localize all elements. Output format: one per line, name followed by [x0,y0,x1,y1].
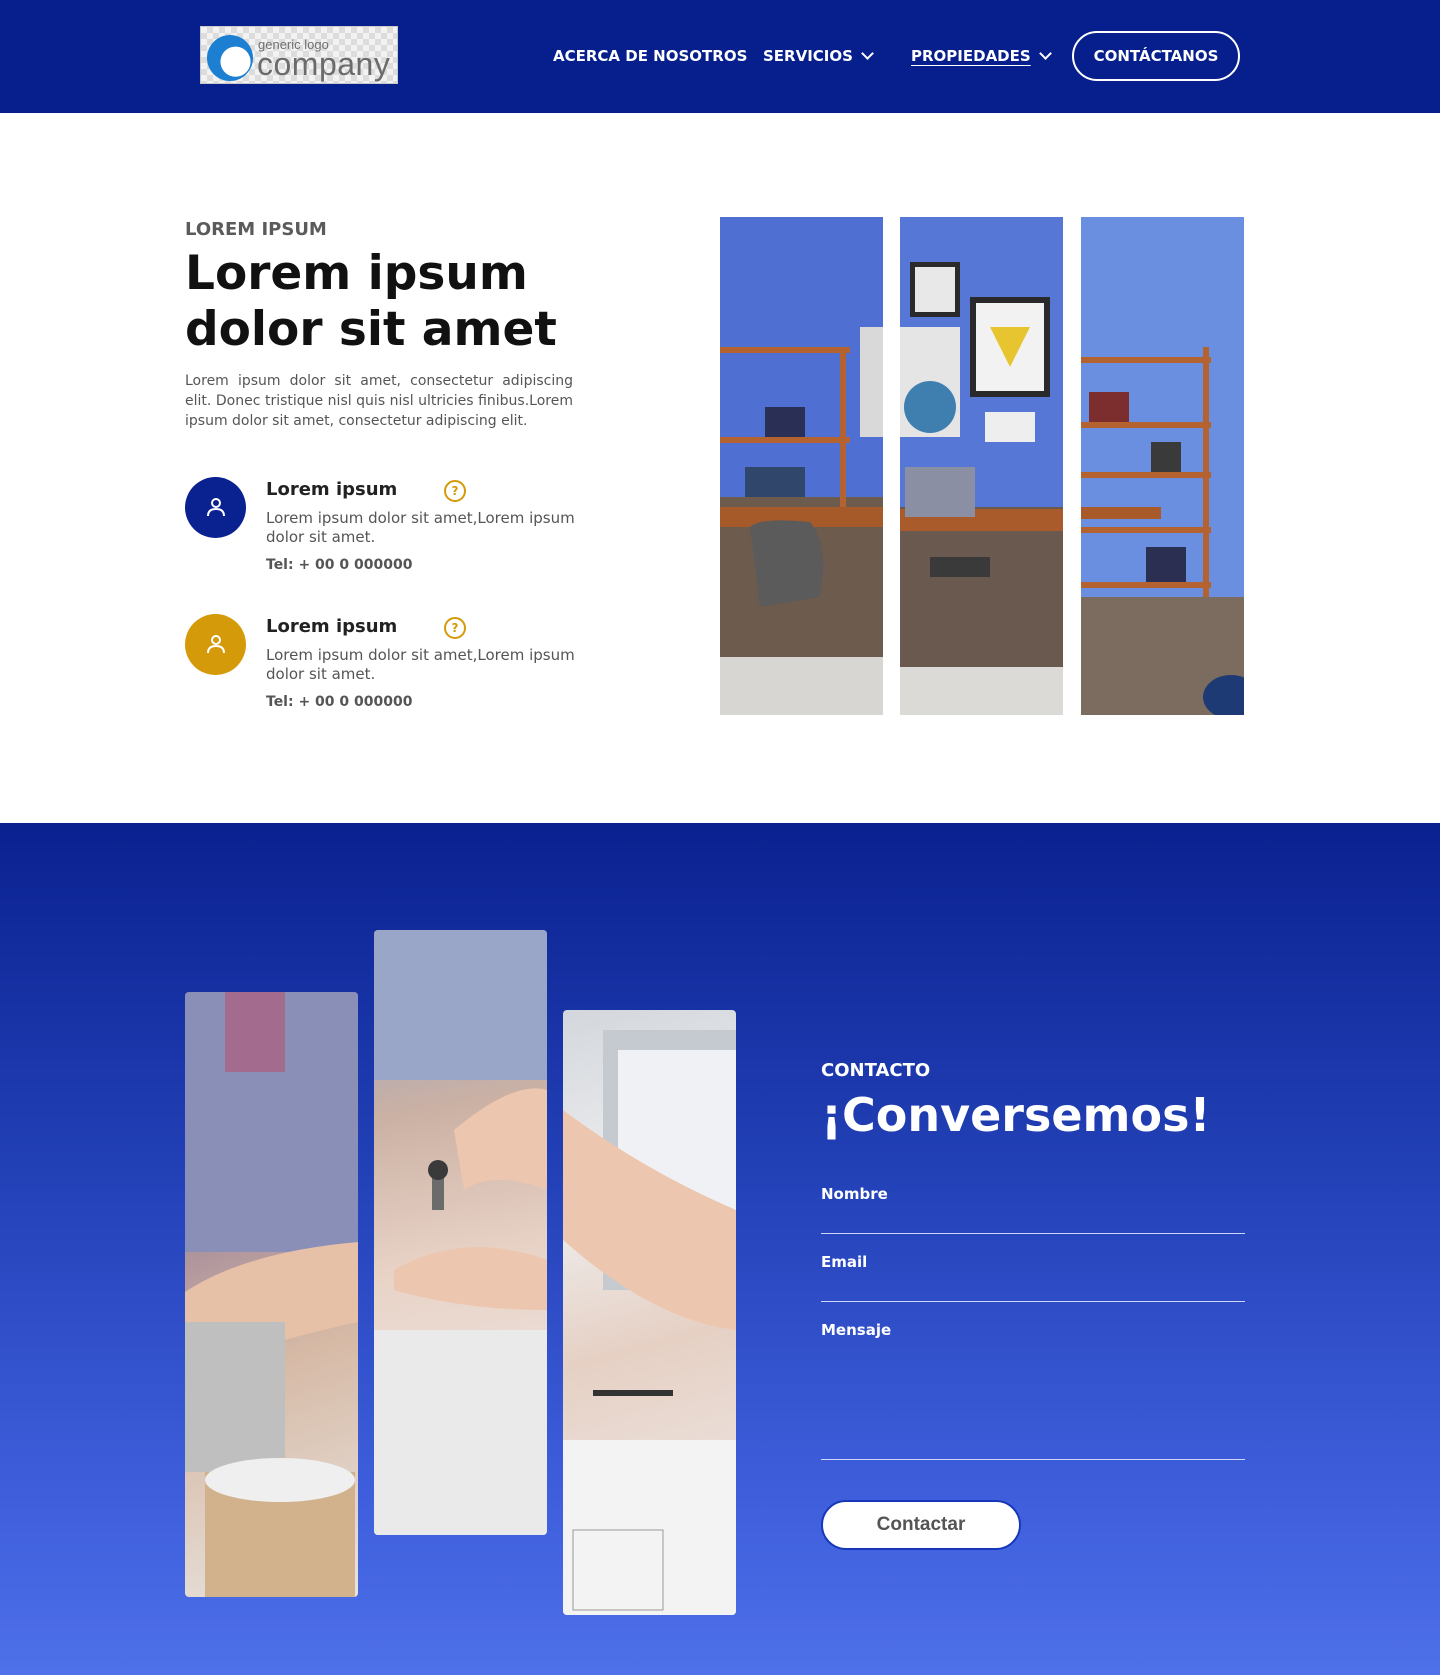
agent-name: Lorem ipsum [266,479,398,500]
contract-photo [563,1010,736,1615]
agent-card: Lorem ipsum ? Lorem ipsum dolor sit amet… [185,614,605,724]
agent-card: Lorem ipsum ? Lorem ipsum dolor sit amet… [185,477,605,587]
nav-services-dropdown[interactable]: SERVICIOS [763,47,874,65]
contact-title: ¡Conversemos! [821,1088,1211,1142]
intro-eyebrow: LOREM IPSUM [185,219,327,240]
company-logo[interactable]: generic logo company [200,26,398,84]
site-header: generic logo company ACERCA DE NOSOTROS … [0,0,1440,113]
message-field[interactable] [821,1459,1245,1460]
help-icon[interactable]: ? [444,480,466,502]
contact-us-button[interactable]: CONTÁCTANOS [1072,31,1240,81]
email-label: Email [821,1253,868,1271]
keys-photo [374,930,547,1535]
nav-about-link[interactable]: ACERCA DE NOSOTROS [553,47,747,65]
user-icon [207,635,225,654]
help-icon[interactable]: ? [444,617,466,639]
handing-keys-photo [374,930,547,1535]
intro-title: Lorem ipsum dolor sit amet [185,246,557,357]
handshake-photo [185,992,358,1597]
nav-properties-dropdown[interactable]: PROPIEDADES [911,47,1052,65]
nav-properties-label: PROPIEDADES [911,47,1031,65]
chevron-down-icon [861,47,874,60]
avatar [185,614,246,675]
agent-description: Lorem ipsum dolor sit amet,Lorem ipsum d… [266,509,575,546]
office-room-image [900,217,1063,715]
user-icon [207,498,225,517]
intro-paragraph: Lorem ipsum dolor sit amet, consectetur … [185,373,573,429]
agent-phone[interactable]: Tel: + 00 0 000000 [266,557,412,573]
agent-description: Lorem ipsum dolor sit amet,Lorem ipsum d… [266,646,575,683]
office-image-panel [720,217,883,715]
logo-mark-icon [207,35,253,81]
avatar [185,477,246,538]
office-room-image [1081,217,1244,715]
signing-contract-photo [563,1030,736,1615]
office-image-panel [1081,217,1244,715]
nav-services-label: SERVICIOS [763,47,853,65]
name-field[interactable] [821,1233,1245,1234]
contact-submit-button[interactable]: Contactar [821,1500,1021,1550]
agent-phone[interactable]: Tel: + 00 0 000000 [266,694,412,710]
agent-name: Lorem ipsum [266,616,398,637]
message-label: Mensaje [821,1321,892,1339]
logo-main-text: company [257,46,391,82]
name-label: Nombre [821,1185,888,1203]
contact-eyebrow: CONTACTO [821,1060,931,1081]
chevron-down-icon [1038,47,1052,60]
office-room-image [720,217,883,715]
office-image-panel [900,217,1063,715]
client-photo [185,992,358,1597]
email-field[interactable] [821,1301,1245,1302]
